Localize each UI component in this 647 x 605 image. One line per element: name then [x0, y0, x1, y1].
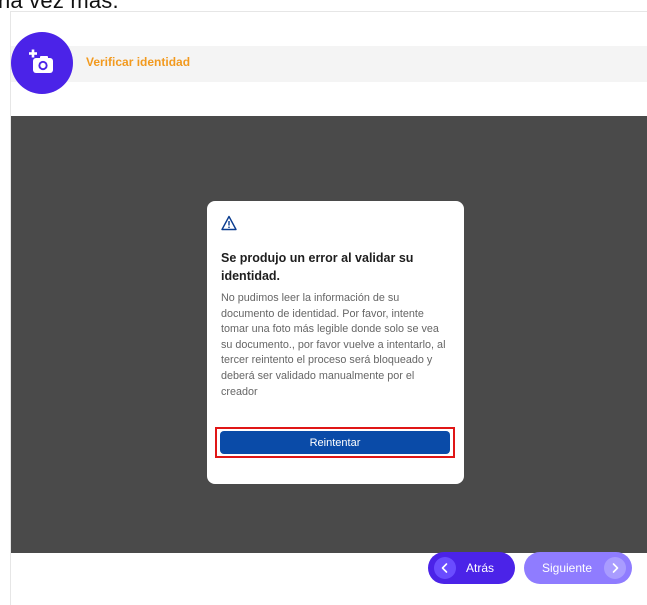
- chevron-left-icon: [434, 557, 456, 579]
- next-button[interactable]: Siguiente: [524, 552, 632, 584]
- next-button-label: Siguiente: [542, 561, 593, 575]
- error-dialog: Se produjo un error al validar su identi…: [207, 201, 464, 484]
- page-title: Verificar identidad: [86, 55, 191, 69]
- page: na vez más. Verificar identidad Se produ…: [0, 0, 647, 605]
- back-button[interactable]: Atrás: [428, 552, 515, 584]
- warning-icon: [221, 215, 237, 231]
- dialog-message: No pudimos leer la información de su doc…: [221, 292, 446, 398]
- verification-frame: Verificar identidad Se produjo un error: [10, 11, 647, 605]
- retry-button[interactable]: Reintentar: [220, 431, 450, 454]
- back-button-label: Atrás: [466, 561, 495, 575]
- chevron-right-icon: [604, 557, 626, 579]
- add-photo-icon: [11, 32, 73, 94]
- retry-highlight: Reintentar: [215, 427, 455, 458]
- dialog-title: Se produjo un error al validar su identi…: [221, 251, 414, 283]
